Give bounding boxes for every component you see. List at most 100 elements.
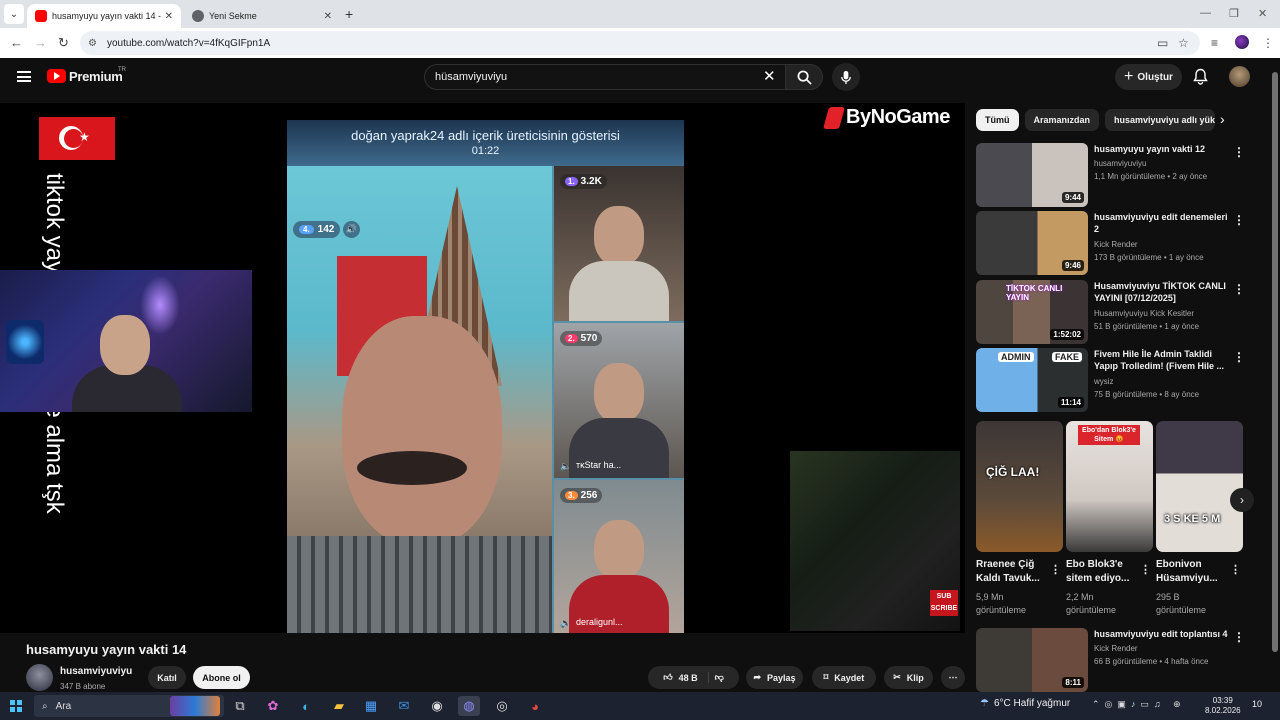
video-channel[interactable]: Kick Render [1094,240,1138,249]
video-channel[interactable]: Husamviyuviyu Kick Kesitler [1094,309,1194,318]
video-title[interactable]: Husamviyuviyu TİKTOK CANLI YAYINI [07/12… [1094,280,1229,304]
tab-close-icon[interactable]: ✕ [165,11,173,22]
notifications-bell-icon[interactable] [1193,68,1208,85]
video-title[interactable]: husamyuyu yayın vakti 12 [1094,143,1229,155]
shorts-next-button[interactable]: › [1230,488,1254,512]
chip-from-search[interactable]: Aramanızdan [1024,109,1100,131]
video-thumbnail[interactable]: 8:11 [976,628,1088,692]
video-title[interactable]: Fivem Hile İle Admin Taklidi Yapıp Troll… [1094,348,1229,372]
url-field[interactable]: ⚙ youtube.com/watch?v=4fKqGIFpn1A [80,31,1200,55]
more-vertical-icon[interactable]: ⋮ [1233,630,1245,644]
edge-icon[interactable]: ◐ [295,696,317,716]
create-button[interactable]: + Oluştur [1115,64,1182,90]
system-tray[interactable]: ⌃◎▣♪▭♫ ⊕ [1092,699,1186,710]
short-item[interactable]: Ebo'dan Blok3'e Sitem 😡 Ebo Blok3'e site… [1066,421,1153,615]
page-scrollbar[interactable] [1272,70,1278,690]
video-title[interactable]: husamviyuviyu edit denemeleri 2 [1094,211,1229,235]
more-vertical-icon[interactable]: ⋮ [1050,563,1061,576]
taskbar-search[interactable]: ⌕ Ara [34,695,224,717]
dislike-button[interactable]: 👎︎ [715,672,724,683]
chrome-icon[interactable]: ◕ [524,696,546,716]
close-window-button[interactable]: ✕ [1258,7,1267,20]
tab-close-icon[interactable]: ✕ [324,11,332,22]
short-item[interactable]: ÇİĞ LAA! Rraenee Çiğ Kaldı Tavuk... ⋮ 5,… [976,421,1063,615]
obs-icon[interactable]: ◎ [491,696,513,716]
more-vertical-icon[interactable]: ⋮ [1233,145,1245,159]
short-item[interactable]: 3 S KE 5 M Ebonivon Hüsamviyu... ⋮ 295 B… [1156,421,1243,615]
channel-avatar[interactable] [26,664,53,691]
more-vertical-icon[interactable]: ⋮ [1230,563,1241,576]
video-thumbnail[interactable]: 9:46 [976,211,1088,275]
minimize-button[interactable]: — [1200,7,1211,19]
short-title[interactable]: Rraenee Çiğ Kaldı Tavuk... [976,558,1052,586]
save-button[interactable]: ⌑ Kaydet [812,666,876,689]
copilot-icon[interactable]: ✿ [262,696,284,716]
tab-search-button[interactable]: ⌄ [4,4,24,24]
notification-count[interactable]: 10 [1252,699,1262,709]
short-title[interactable]: Ebo Blok3'e sitem ediyo... [1066,558,1142,586]
menu-icon[interactable] [17,71,31,82]
youtube-premium-wordmark[interactable]: Premium [69,69,123,84]
browser-menu-icon[interactable]: ⋮ [1262,36,1274,50]
windows-start-icon[interactable] [10,700,22,712]
short-thumbnail[interactable]: Ebo'dan Blok3'e Sitem 😡 [1066,421,1153,552]
video-channel[interactable]: wysiz [1094,377,1114,386]
video-channel[interactable]: husamviyuviyu [1094,159,1146,168]
account-avatar[interactable] [1229,66,1250,87]
more-vertical-icon[interactable]: ⋮ [1233,282,1245,296]
video-channel[interactable]: Kick Render [1094,644,1138,653]
recommended-video[interactable]: 9:46 husamviyuviyu edit denemeleri 2 Kic… [976,211,1256,275]
task-view-icon[interactable]: ⧉ [229,696,251,716]
weather-widget[interactable]: ☂ 6°C Hafif yağmur [980,698,1070,709]
tab-new-tab[interactable]: Yeni Sekme ✕ [184,4,340,28]
recommended-video[interactable]: 9:44 husamyuyu yayın vakti 12 husamviyuv… [976,143,1256,207]
more-vertical-icon[interactable]: ⋮ [1233,213,1245,227]
search-input[interactable]: hüsamviyuviyu [424,64,786,90]
chevron-right-icon[interactable]: › [1220,111,1225,127]
join-button[interactable]: Katıl [148,666,186,689]
like-button[interactable]: 👍︎ 48 B [663,672,709,683]
more-actions-button[interactable]: ⋯ [941,666,965,689]
video-thumbnail[interactable]: TİKTOK CANLI YAYIN 1:52:02 [976,280,1088,344]
mail-icon[interactable]: ✉ [393,696,415,716]
voice-search-button[interactable] [832,63,860,91]
subscribe-watermark[interactable]: SUB SCRIBE [930,590,958,616]
short-thumbnail[interactable]: 3 S KE 5 M [1156,421,1243,552]
restore-button[interactable]: ❐ [1229,7,1239,20]
video-player[interactable]: ★ tiktok yayın atroulette'e alma tşk 4. … [0,103,965,633]
short-title[interactable]: Ebonivon Hüsamviyu... [1156,558,1232,586]
youtube-logo-icon[interactable] [47,69,66,83]
search-button[interactable] [785,64,823,90]
bookmark-star-icon[interactable]: ☆ [1178,36,1189,50]
short-thumbnail[interactable]: ÇİĞ LAA! [976,421,1063,552]
more-vertical-icon[interactable]: ⋮ [1140,563,1151,576]
file-explorer-icon[interactable]: ▰ [328,696,350,716]
chip-uploader[interactable]: husamviyuviyu adlı yükleyicid [1105,109,1216,131]
clip-button[interactable]: ✂ Klip [884,666,933,689]
clear-search-icon[interactable]: ✕ [763,67,776,85]
media-controls-icon[interactable]: ≡ [1211,36,1218,50]
share-button[interactable]: ➦ Paylaş [746,666,803,689]
video-title[interactable]: husamviyuviyu edit toplantısı 4 [1094,628,1229,640]
new-tab-button[interactable]: + [345,6,353,22]
recommended-video[interactable]: 8:11 husamviyuviyu edit toplantısı 4 Kic… [976,628,1256,692]
video-thumbnail[interactable]: 9:44 [976,143,1088,207]
video-thumbnail[interactable]: ADMIN FAKE 11:14 [976,348,1088,412]
cast-icon[interactable]: ▭ [1157,36,1168,50]
channel-name[interactable]: husamviyuviyu [60,666,132,677]
profile-avatar[interactable] [1235,35,1249,49]
more-vertical-icon[interactable]: ⋮ [1233,350,1245,364]
forward-button[interactable]: → [34,35,47,50]
tab-youtube[interactable]: husamyuyu yayın vakti 14 - YouTube ✕ [27,4,181,28]
back-button[interactable]: ← [10,35,23,50]
chip-all[interactable]: Tümü [976,109,1019,131]
clock[interactable]: 03:39 8.02.2026 [1205,696,1241,716]
app-icon[interactable]: ◉ [426,696,448,716]
discord-icon[interactable]: ◍ [458,696,480,716]
reload-button[interactable]: ↻ [58,35,69,51]
site-info-icon[interactable]: ⚙ [88,38,97,49]
scrollbar-thumb[interactable] [1272,72,1278,652]
subscribe-button[interactable]: Abone ol [193,666,250,689]
recommended-video[interactable]: ADMIN FAKE 11:14 Fivem Hile İle Admin Ta… [976,348,1256,412]
store-icon[interactable]: ▦ [360,696,382,716]
